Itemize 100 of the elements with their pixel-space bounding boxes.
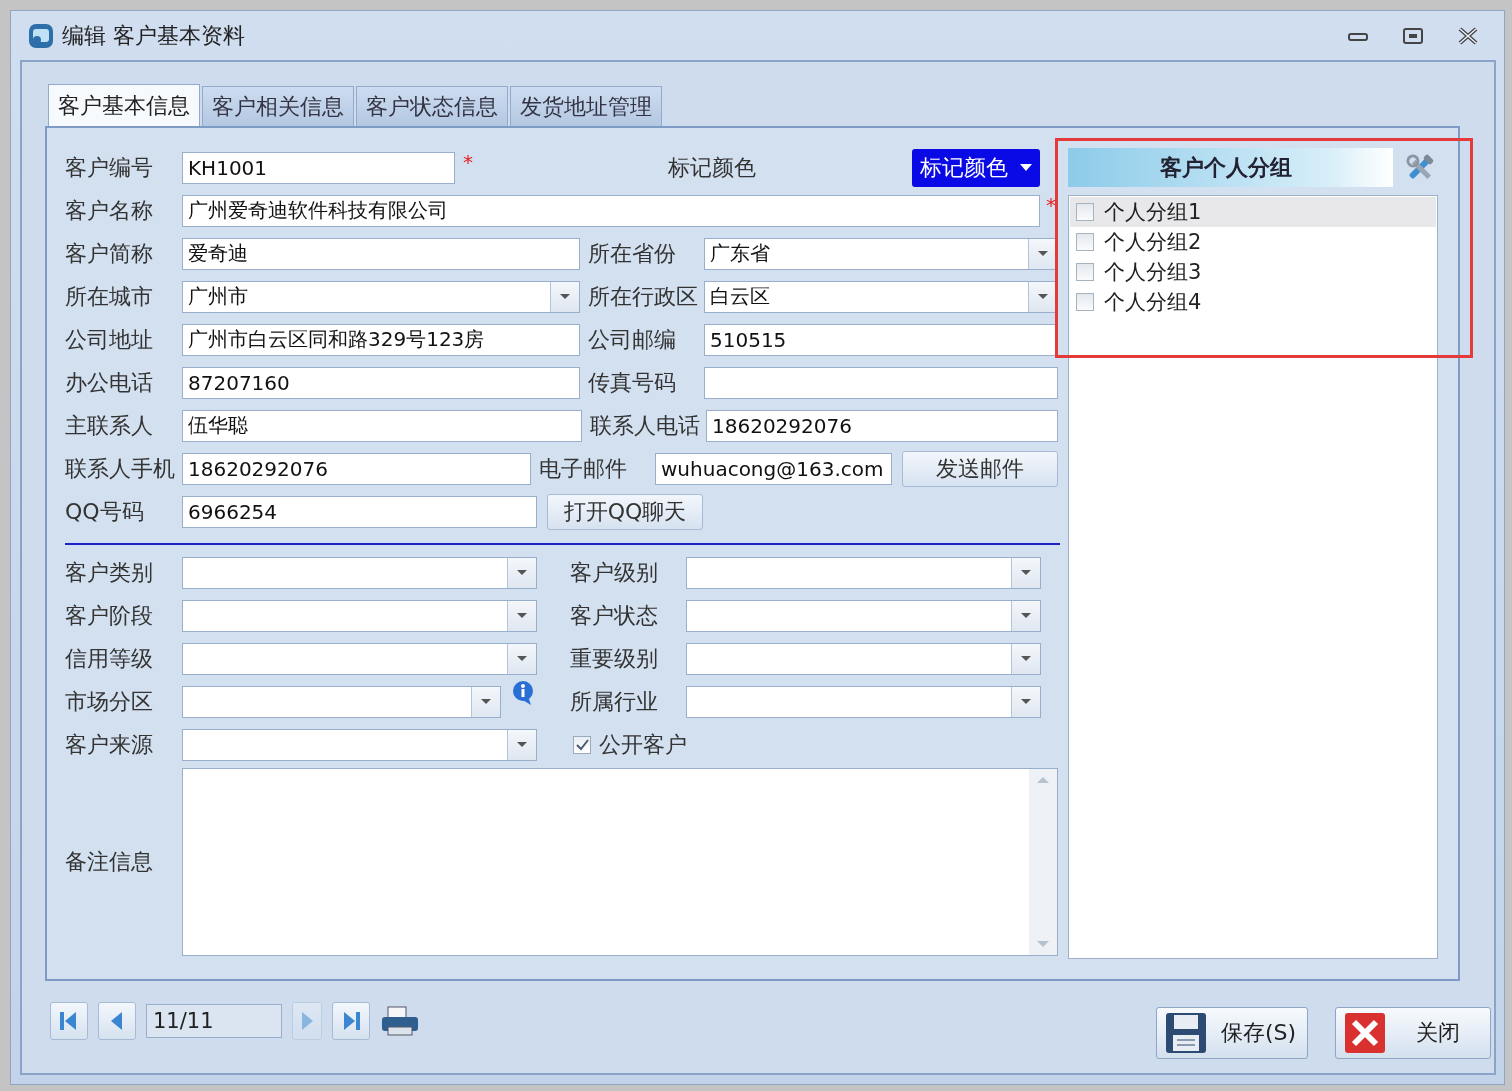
- remarks-field[interactable]: [182, 768, 1058, 956]
- info-icon[interactable]: [511, 680, 535, 706]
- text-field[interactable]: 87207160: [182, 366, 580, 399]
- action-button[interactable]: 发送邮件: [902, 450, 1058, 487]
- field-label: 所属行业: [570, 687, 659, 716]
- text-field[interactable]: 18620292076: [706, 409, 1058, 442]
- field-label: 客户状态: [570, 601, 659, 630]
- tab[interactable]: 客户状态信息: [356, 86, 508, 126]
- caret-icon: [1038, 251, 1048, 256]
- last-record-button[interactable]: [332, 1002, 370, 1040]
- text-field[interactable]: KH1001: [182, 151, 455, 184]
- field-label: 联系人手机: [65, 454, 176, 483]
- text-field[interactable]: 广州市白云区同和路329号123房: [182, 323, 580, 356]
- first-record-button[interactable]: [50, 1002, 88, 1040]
- field-label: 客户类别: [65, 558, 154, 587]
- text-field[interactable]: 伍华聪: [182, 409, 582, 442]
- dropdown-field[interactable]: [686, 599, 1041, 632]
- checkbox[interactable]: [1076, 203, 1094, 221]
- caret-icon: [517, 742, 527, 747]
- field-label: 所在省份: [588, 239, 677, 268]
- list-item[interactable]: 个人分组3: [1070, 257, 1436, 287]
- checkbox[interactable]: [1076, 263, 1094, 281]
- maximize-button[interactable]: [1403, 27, 1423, 44]
- text-field[interactable]: 广州爱奇迪软件科技有限公司: [182, 194, 1040, 227]
- scroll-down-icon[interactable]: [1037, 941, 1049, 947]
- field-label: 客户阶段: [65, 601, 154, 630]
- caret-icon: [517, 656, 527, 661]
- text-field[interactable]: 510515: [704, 323, 1058, 356]
- text-field[interactable]: wuhuacong@163.com: [655, 452, 892, 485]
- caret-icon: [1021, 699, 1031, 704]
- action-button[interactable]: 打开QQ聊天: [547, 493, 703, 530]
- field-label: 客户名称: [65, 196, 154, 225]
- printer-icon[interactable]: [380, 1005, 420, 1037]
- window-title: 编辑 客户基本资料: [62, 21, 245, 50]
- tab[interactable]: 客户相关信息: [202, 86, 354, 126]
- color-button[interactable]: 标记颜色: [912, 148, 1040, 187]
- dropdown-field[interactable]: [182, 556, 537, 589]
- dropdown-field[interactable]: [182, 728, 537, 761]
- checkbox[interactable]: [573, 735, 591, 754]
- record-position-field[interactable]: 11/11: [146, 1004, 282, 1038]
- dropdown-field[interactable]: [686, 685, 1041, 718]
- tab[interactable]: 发货地址管理: [510, 86, 662, 126]
- close-icon[interactable]: [1458, 26, 1478, 45]
- field-label: 客户简称: [65, 239, 154, 268]
- dropdown-field[interactable]: [686, 642, 1041, 675]
- field-label: 联系人电话: [590, 411, 701, 440]
- field-label: 客户来源: [65, 730, 154, 759]
- field-label: 传真号码: [588, 368, 677, 397]
- close-button[interactable]: 关闭: [1335, 1007, 1491, 1059]
- caret-icon: [481, 699, 491, 704]
- field-label: 重要级别: [570, 644, 659, 673]
- dropdown-field[interactable]: [686, 556, 1041, 589]
- dropdown-field[interactable]: 白云区: [704, 280, 1058, 313]
- app-icon: [28, 22, 54, 49]
- field-label: 市场分区: [65, 687, 154, 716]
- panel-header: 客户个人分组: [1068, 148, 1393, 187]
- field-label: 所在城市: [65, 282, 154, 311]
- text-field[interactable]: 爱奇迪: [182, 237, 580, 270]
- caret-icon: [1021, 613, 1031, 618]
- close-icon: [1344, 1012, 1386, 1054]
- dropdown-field[interactable]: 广州市: [182, 280, 580, 313]
- caret-icon: [1038, 294, 1048, 299]
- caret-icon: [517, 570, 527, 575]
- scroll-up-icon[interactable]: [1037, 777, 1049, 783]
- field-label: 客户编号: [65, 153, 154, 182]
- checkbox[interactable]: [1076, 293, 1094, 311]
- list-item[interactable]: 个人分组4: [1070, 287, 1436, 317]
- field-label: 所在行政区: [588, 282, 698, 311]
- field-label: 公司地址: [65, 325, 154, 354]
- dropdown-field[interactable]: 广东省: [704, 237, 1058, 270]
- caret-icon: [1021, 656, 1031, 661]
- checkbox-label: 公开客户: [599, 730, 687, 759]
- text-field[interactable]: 6966254: [182, 495, 537, 528]
- save-button[interactable]: 保存(S): [1156, 1007, 1308, 1059]
- field-label: 主联系人: [65, 411, 154, 440]
- field-label: 客户级别: [570, 558, 659, 587]
- field-label: 标记颜色: [668, 153, 757, 182]
- previous-record-button[interactable]: [98, 1002, 136, 1040]
- field-label: QQ号码: [65, 497, 145, 526]
- field-label: 信用等级: [65, 644, 154, 673]
- caret-icon: [1020, 164, 1032, 171]
- tab[interactable]: 客户基本信息: [48, 84, 200, 126]
- field-label: 办公电话: [65, 368, 154, 397]
- dropdown-field[interactable]: [182, 642, 537, 675]
- caret-icon: [1021, 570, 1031, 575]
- required-mark: *: [463, 150, 474, 176]
- field-label: 电子邮件: [539, 454, 628, 483]
- scrollbar[interactable]: [1029, 769, 1057, 955]
- checkbox[interactable]: [1076, 233, 1094, 251]
- caret-icon: [517, 613, 527, 618]
- text-field[interactable]: 18620292076: [182, 452, 531, 485]
- field-label: 备注信息: [65, 848, 154, 876]
- text-field[interactable]: [704, 366, 1058, 399]
- list-item[interactable]: 个人分组1: [1070, 197, 1436, 227]
- dropdown-field[interactable]: [182, 685, 501, 718]
- list-item[interactable]: 个人分组2: [1070, 227, 1436, 257]
- required-mark: *: [1046, 193, 1057, 219]
- dropdown-field[interactable]: [182, 599, 537, 632]
- caret-icon: [560, 294, 570, 299]
- field-label: 公司邮编: [588, 325, 677, 354]
